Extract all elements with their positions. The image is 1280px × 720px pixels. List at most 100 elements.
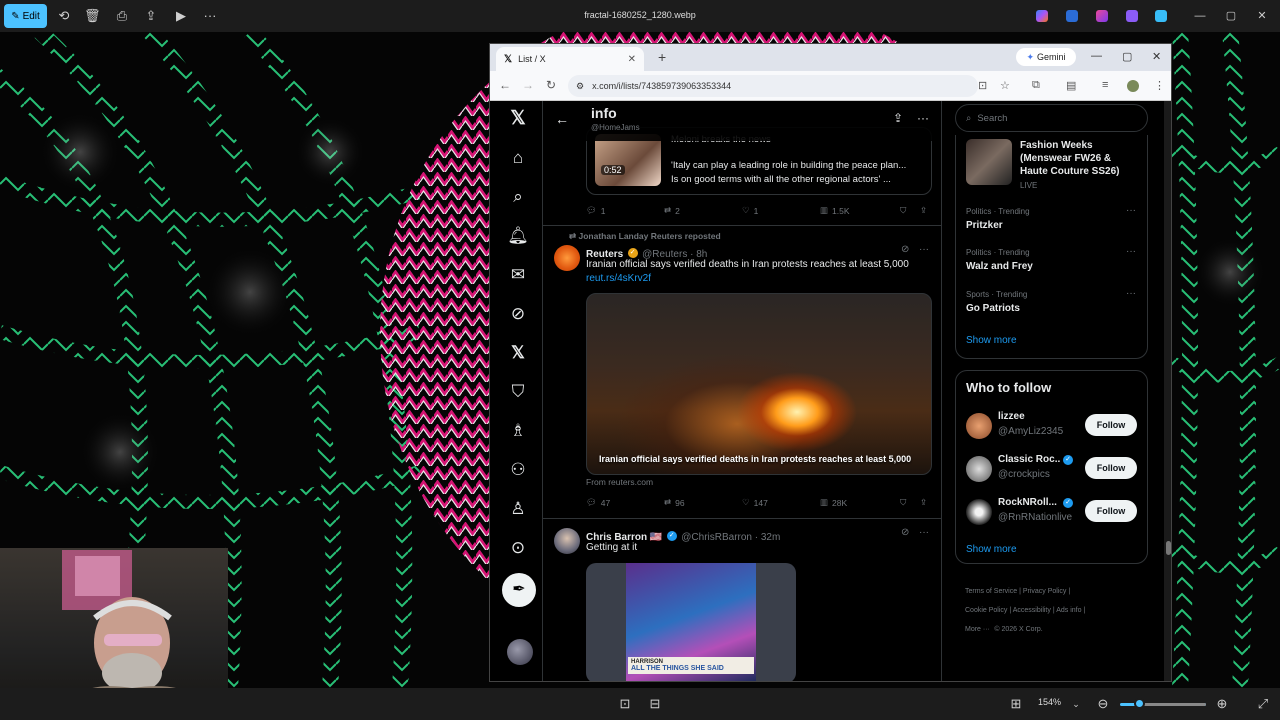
trend-name[interactable]: Go Patriots bbox=[966, 303, 1020, 314]
x-logo-icon[interactable]: 𝕏 bbox=[506, 107, 530, 131]
link-source[interactable]: From reuters.com bbox=[586, 477, 653, 487]
page-scrollbar[interactable] bbox=[1164, 101, 1171, 681]
share-list-icon[interactable]: ⇪ bbox=[893, 111, 903, 125]
browser-close-icon[interactable]: ✕ bbox=[1152, 50, 1161, 63]
sidepanel-icon[interactable]: ▤ bbox=[1066, 79, 1076, 92]
footer-link[interactable]: Accessibility bbox=[1013, 607, 1051, 614]
browser-menu-icon[interactable]: ⋮ bbox=[1154, 79, 1165, 92]
footer-link[interactable]: More ··· bbox=[965, 626, 990, 633]
avatar[interactable] bbox=[554, 245, 580, 271]
follow-button[interactable]: Follow bbox=[1085, 457, 1137, 479]
back-icon[interactable]: ← bbox=[498, 78, 512, 92]
repost-indicator[interactable]: ⇄ Jonathan Landay Reuters reposted bbox=[569, 231, 721, 242]
views-button[interactable]: ▥ 1.5K bbox=[820, 205, 850, 216]
grok-icon[interactable]: ⊘ bbox=[901, 244, 909, 255]
suggestion-name[interactable]: lizzee bbox=[998, 411, 1060, 422]
onedrive-icon[interactable] bbox=[1155, 10, 1167, 22]
tweet-image[interactable]: Iranian official says verified deaths in… bbox=[586, 293, 932, 475]
zoom-in-icon[interactable]: ⊕ bbox=[1214, 696, 1230, 712]
profile-icon[interactable]: ♙ bbox=[506, 497, 530, 521]
footer-link[interactable]: Ads info bbox=[1056, 607, 1081, 614]
avatar[interactable] bbox=[554, 528, 580, 554]
trend-more-icon[interactable]: ··· bbox=[1126, 288, 1136, 299]
fit-to-window-icon[interactable]: ⊞ bbox=[1008, 696, 1024, 712]
list-more-icon[interactable]: ··· bbox=[917, 111, 929, 125]
close-icon[interactable]: ✕ bbox=[1254, 8, 1270, 24]
extensions-icon[interactable]: ⧉ bbox=[1032, 79, 1040, 92]
media-icon[interactable]: ≡ bbox=[1102, 79, 1108, 91]
fullscreen-icon[interactable]: ⤢ bbox=[1255, 696, 1271, 712]
list-owner-handle[interactable]: @HomeJams bbox=[591, 123, 640, 132]
site-info-icon[interactable]: ⚙ bbox=[576, 81, 584, 92]
home-icon[interactable]: ⌂ bbox=[506, 146, 530, 170]
footer-link[interactable]: Privacy Policy bbox=[1023, 588, 1067, 595]
zoom-slider-knob[interactable] bbox=[1134, 698, 1145, 709]
tweet-more-icon[interactable]: ··· bbox=[919, 527, 929, 538]
tweet-more-icon[interactable]: ··· bbox=[919, 244, 929, 255]
profile-avatar[interactable] bbox=[1127, 80, 1139, 92]
bookmarks-icon[interactable]: ⛉ bbox=[506, 380, 530, 404]
edit-button[interactable]: ✎ Edit bbox=[4, 4, 47, 28]
info-icon[interactable]: ⊟ bbox=[647, 696, 663, 712]
minimize-icon[interactable]: — bbox=[1192, 8, 1208, 24]
reload-icon[interactable]: ↻ bbox=[544, 78, 558, 92]
share-button[interactable]: ⇪ bbox=[920, 497, 927, 508]
reply-button[interactable]: 💬︎ 1 bbox=[586, 205, 606, 216]
like-button[interactable]: ♡ 147 bbox=[742, 497, 768, 508]
avatar[interactable] bbox=[966, 499, 992, 525]
avatar[interactable] bbox=[966, 456, 992, 482]
tab-list-x[interactable]: 𝕏 List / X ✕ bbox=[496, 47, 644, 71]
grok-icon[interactable]: ⊘ bbox=[506, 302, 530, 326]
communities-icon[interactable]: ⚇ bbox=[506, 458, 530, 482]
trend-name[interactable]: Pritzker bbox=[966, 220, 1003, 231]
follow-button[interactable]: Follow bbox=[1085, 500, 1137, 522]
tab-close-icon[interactable]: ✕ bbox=[628, 54, 636, 65]
show-more-link[interactable]: Show more bbox=[966, 335, 1017, 346]
suggestion-name[interactable]: RockNRoll... bbox=[998, 497, 1060, 508]
share-button[interactable]: ⇪ bbox=[920, 205, 927, 216]
browser-maximize-icon[interactable]: ▢ bbox=[1122, 50, 1132, 63]
account-avatar[interactable] bbox=[507, 639, 533, 665]
share-icon[interactable]: ⇪ bbox=[143, 8, 159, 24]
app-icon[interactable] bbox=[1126, 10, 1138, 22]
search-input[interactable]: ⌕ Search bbox=[955, 104, 1148, 132]
url-field[interactable]: ⚙ x.com/i/lists/743859739063353344 bbox=[568, 75, 978, 97]
reply-button[interactable]: 💬︎ 47 bbox=[586, 497, 610, 508]
rotate-icon[interactable]: ⟲ bbox=[56, 8, 72, 24]
bookmark-button[interactable]: ⛉ bbox=[900, 205, 906, 216]
footer-link[interactable]: Terms of Service bbox=[965, 588, 1017, 595]
compose-post-button[interactable]: ✒ bbox=[502, 573, 536, 607]
tweet-image[interactable]: HARRISON ALL THE THINGS SHE SAID bbox=[586, 563, 796, 681]
zoom-level[interactable]: 154% bbox=[1038, 697, 1061, 707]
delete-icon[interactable]: 🗑 bbox=[84, 8, 101, 24]
tweet-link[interactable]: reut.rs/4sKrv2f bbox=[586, 273, 651, 284]
follow-button[interactable]: Follow bbox=[1085, 414, 1137, 436]
jobs-icon[interactable]: ♗ bbox=[506, 419, 530, 443]
avatar[interactable] bbox=[966, 413, 992, 439]
event-title[interactable]: Fashion Weeks (Menswear FW26 & Haute Cou… bbox=[1020, 139, 1140, 178]
filmstrip-icon[interactable]: ⊡ bbox=[617, 696, 633, 712]
trend-name[interactable]: Walz and Frey bbox=[966, 261, 1033, 272]
explore-search-icon[interactable]: ⌕ bbox=[506, 185, 530, 209]
new-tab-icon[interactable]: + bbox=[658, 49, 666, 65]
browser-minimize-icon[interactable]: — bbox=[1091, 50, 1102, 62]
clipchamp-icon[interactable] bbox=[1096, 10, 1108, 22]
more-options-icon[interactable]: ⊙ bbox=[506, 536, 530, 560]
gemini-button[interactable]: ✦ Gemini bbox=[1016, 48, 1076, 66]
back-arrow-icon[interactable]: ← bbox=[555, 111, 569, 127]
maximize-icon[interactable]: ▢ bbox=[1223, 8, 1239, 24]
slideshow-icon[interactable]: ▶ bbox=[173, 8, 189, 24]
notifications-bell-icon[interactable]: 🔔︎ bbox=[506, 224, 530, 248]
designer-icon[interactable] bbox=[1066, 10, 1078, 22]
grok-icon[interactable]: ⊘ bbox=[901, 527, 909, 538]
print-icon[interactable]: ⎙ bbox=[114, 8, 130, 24]
messages-mail-icon[interactable]: ✉ bbox=[506, 263, 530, 287]
video-thumbnail[interactable] bbox=[595, 134, 661, 186]
footer-link[interactable]: Cookie Policy bbox=[965, 607, 1007, 614]
suggestion-name[interactable]: Classic Roc... bbox=[998, 454, 1060, 465]
forward-icon[interactable]: → bbox=[521, 78, 535, 92]
more-icon[interactable]: ··· bbox=[202, 8, 218, 24]
zoom-dropdown-icon[interactable]: ⌄ bbox=[1068, 696, 1084, 712]
bookmark-button[interactable]: ⛉ bbox=[900, 497, 906, 508]
views-button[interactable]: ▥ 28K bbox=[820, 497, 847, 508]
